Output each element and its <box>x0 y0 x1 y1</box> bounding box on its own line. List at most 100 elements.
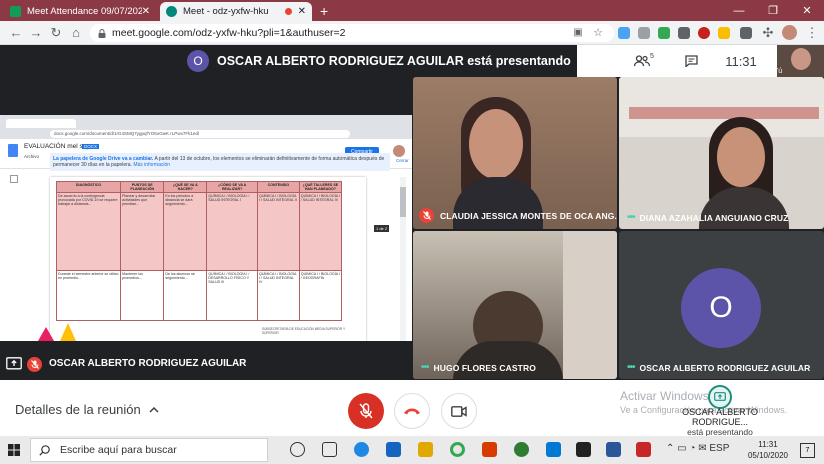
meeting-details-button[interactable]: Detalles de la reunión <box>15 402 159 417</box>
maximize-icon[interactable]: ❐ <box>756 0 790 21</box>
home-icon[interactable]: ⌂ <box>68 25 84 41</box>
task-view-icon[interactable] <box>322 442 337 457</box>
browser-tab-strip: Meet Attendance 09/07/2020 - H ✕ Meet - … <box>0 0 824 21</box>
stop-presenting-button[interactable] <box>708 385 732 409</box>
close-window-icon[interactable]: ✕ <box>790 0 824 21</box>
shared-url: docs.google.com/document/d/1rG4SMQ7ygpqf… <box>50 130 350 138</box>
cortana-icon[interactable] <box>290 442 305 457</box>
audio-indicator-icon: ••• <box>627 362 635 373</box>
participants-count: 5 <box>650 52 654 60</box>
back-icon[interactable]: ← <box>8 25 24 41</box>
reload-icon[interactable]: ↻ <box>48 25 64 41</box>
search-icon <box>39 444 50 456</box>
tab-meet[interactable]: Meet - odz-yxfw-hku ✕ <box>160 2 312 21</box>
presenting-status: OSCAR ALBERTO RODRIGUE... está presentan… <box>655 407 785 437</box>
url-text: meet.google.com/odz-yxfw-hku?pli=1&authu… <box>112 27 346 39</box>
participant-name: CLAUDIA JESSICA MONTES DE OCA ANG... <box>440 210 617 221</box>
extension-icon[interactable] <box>740 27 752 39</box>
toggle-camera-button[interactable] <box>441 393 477 429</box>
chrome-menu-icon[interactable]: ⋮ <box>804 25 820 41</box>
page-badge: 1 de 2 <box>374 225 390 232</box>
doc-title: EVALUACIÓN mel sep <box>24 143 90 150</box>
windows-start-icon[interactable] <box>8 444 20 456</box>
mic-off-icon <box>419 208 434 223</box>
tab-meet-attendance[interactable]: Meet Attendance 09/07/2020 - H ✕ <box>4 2 156 21</box>
hang-up-icon <box>404 408 420 415</box>
extension-icon[interactable] <box>638 27 650 39</box>
meet-icon <box>166 6 177 17</box>
table-header: ¿QUÉ SE VA A HACER? <box>163 181 208 193</box>
taskbar-search-input[interactable]: Escribe aquí para buscar <box>30 438 268 462</box>
close-tab-icon[interactable]: ✕ <box>298 6 306 17</box>
extension-icon[interactable] <box>718 27 730 39</box>
windows-activation-title: Activar Windows <box>620 389 709 403</box>
meet-top-right-panel: 5 11:31 Tú <box>577 45 824 77</box>
planning-table: DIAGNÓSTICO PUNTOS DE PLANEACIÓN ¿QUÉ SE… <box>55 181 343 321</box>
profile-avatar[interactable] <box>782 25 797 40</box>
system-tray[interactable]: ⌃ ▭ ◔ ✉ ESP <box>666 443 729 454</box>
mic-off-icon <box>27 357 42 372</box>
sticky-notes-icon[interactable] <box>576 442 591 457</box>
close-tab-icon[interactable]: ✕ <box>142 6 150 17</box>
notifications-button[interactable]: 7 <box>800 443 815 458</box>
participant-tile[interactable]: ••• HUGO FLORES CASTRO <box>413 231 617 379</box>
notice-link: Más información <box>133 162 171 168</box>
table-header: PUNTOS DE PLANEACIÓN <box>120 181 165 193</box>
avatar <box>393 145 405 157</box>
audio-indicator-icon: ••• <box>627 212 635 223</box>
doc-menu: Archivo <box>24 154 40 159</box>
extension-icon[interactable] <box>678 27 690 39</box>
presenting-banner-text: OSCAR ALBERTO RODRIGUEZ AGUILAR está pre… <box>217 54 571 68</box>
mic-off-icon <box>359 403 373 419</box>
table-header: ¿CÓMO SE VA A REALIZAR? <box>206 181 259 193</box>
doc-footer: SUBSECRETARÍA DE EDUCACIÓN MEDIA SUPERIO… <box>262 327 346 335</box>
table-cell: En los periodos a distancia se dará segu… <box>163 192 208 271</box>
chevron-up-icon <box>149 406 159 413</box>
toggle-mic-button[interactable] <box>348 393 384 429</box>
camera-icon <box>451 405 467 417</box>
table-header: ¿QUÉ TALLERES SE HAN PLANEADO? <box>298 181 343 193</box>
participant-name: HUGO FLORES CASTRO <box>433 362 536 373</box>
forward-icon[interactable]: → <box>28 25 44 41</box>
people-icon <box>634 55 651 67</box>
chat-button[interactable] <box>679 45 703 77</box>
edge-icon[interactable] <box>354 442 369 457</box>
extension-icon[interactable] <box>658 27 670 39</box>
office-icon[interactable] <box>482 442 497 457</box>
decorative-triangles-icon <box>38 323 76 341</box>
new-tab-button[interactable]: + <box>320 3 328 19</box>
address-bar[interactable]: meet.google.com/odz-yxfw-hku?pli=1&authu… <box>90 24 614 42</box>
presentation-view[interactable]: docs.google.com/document/d/1rG4SMQ7ygpqf… <box>0 115 412 341</box>
clock-date: 05/10/2020 <box>747 451 789 460</box>
bookmark-star-icon[interactable]: ☆ <box>590 25 606 41</box>
recording-dot-icon <box>284 8 292 15</box>
extensions-puzzle-icon[interactable]: ✣ <box>760 25 776 41</box>
docs-icon <box>8 144 18 157</box>
meeting-details-label: Detalles de la reunión <box>15 402 141 417</box>
participant-tile[interactable]: ••• DIANA AZAHALIA ANGUIANO CRUZ <box>619 77 824 229</box>
chrome-icon[interactable] <box>450 442 465 457</box>
doc-page: DIAGNÓSTICO PUNTOS DE PLANEACIÓN ¿QUÉ SE… <box>38 177 366 341</box>
avatar: O <box>681 268 761 348</box>
audio-indicator-icon: ••• <box>421 362 429 373</box>
mail-icon[interactable] <box>386 442 401 457</box>
camera-permission-icon[interactable]: ▣ <box>570 25 586 41</box>
table-header: CONTENIDO <box>257 181 300 193</box>
participant-tile[interactable]: O ••• OSCAR ALBERTO RODRIGUEZ AGUILAR <box>619 231 824 379</box>
taskbar-clock[interactable]: 11:31 05/10/2020 <box>746 439 790 461</box>
hang-up-button[interactable] <box>394 393 430 429</box>
participant-name: OSCAR ALBERTO RODRIGUEZ AGUILAR <box>639 362 811 373</box>
store-icon[interactable] <box>546 442 561 457</box>
file-explorer-icon[interactable] <box>418 442 433 457</box>
word-icon[interactable] <box>606 442 621 457</box>
participant-tile[interactable]: CLAUDIA JESSICA MONTES DE OCA ANG... <box>413 77 617 229</box>
app-icon[interactable] <box>514 442 529 457</box>
extension-cloud-icon[interactable] <box>618 27 630 39</box>
minimize-icon[interactable]: — <box>722 0 756 21</box>
participants-button[interactable]: 5 <box>629 45 659 77</box>
sheets-icon <box>10 6 21 17</box>
self-view[interactable]: Tú <box>777 45 824 77</box>
app-icon[interactable] <box>636 442 651 457</box>
tab-title: Meet - odz-yxfw-hku <box>183 6 269 17</box>
extension-icon[interactable] <box>698 27 710 39</box>
